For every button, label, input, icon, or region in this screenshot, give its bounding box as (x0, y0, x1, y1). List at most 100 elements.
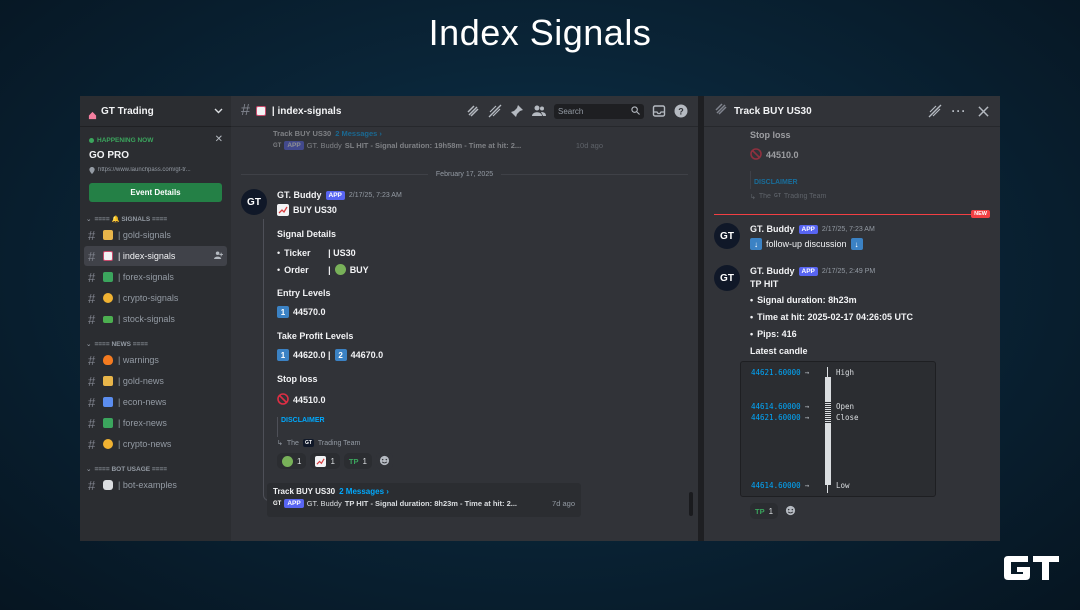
sidebar-item-forex-signals[interactable]: # | forex-signals (84, 267, 227, 287)
author-name[interactable]: GT. Buddy (750, 266, 795, 276)
smiley-add-icon (785, 505, 796, 518)
channel-label: | bot-examples (118, 480, 177, 490)
bullet-text: Time at hit: 2025-02-17 04:26:05 UTC (757, 312, 914, 322)
inbox-icon[interactable] (652, 104, 666, 118)
help-icon[interactable]: ? (674, 104, 688, 118)
sidebar-item-bot-examples[interactable]: # | bot-examples (84, 475, 227, 495)
happening-text: HAPPENING NOW (97, 137, 154, 144)
sidebar-item-econ-news[interactable]: # | econ-news (84, 392, 227, 412)
tp-hit-title: TP HIT (750, 279, 779, 289)
tp1-value: 44620.0 | (293, 350, 331, 360)
event-url[interactable]: https://www.launchpass.com/gt-tr... (89, 167, 222, 176)
category-news[interactable]: ⌄ ==== NEWS ==== (80, 339, 231, 349)
avatar[interactable]: GT (714, 223, 740, 249)
hash-icon: # (88, 436, 96, 452)
sidebar-item-forex-news[interactable]: # | forex-news (84, 413, 227, 433)
thread-messages[interactable]: Stop loss 44510.0 DISCLAIMER ↳ The GT Tr… (704, 127, 1000, 541)
server-header[interactable]: GT Trading (80, 96, 231, 127)
down-arrow-icon: ↓ (750, 238, 762, 250)
add-member-icon[interactable] (214, 251, 223, 261)
candle-code-block: 44621.60000 → 44614.60000 → 44621.60000 … (740, 361, 936, 497)
order-row: • Order | BUY (277, 264, 369, 275)
chart-up-emoji-icon (277, 204, 289, 216)
search-input[interactable]: Search (554, 103, 644, 119)
pin-icon[interactable] (510, 104, 524, 118)
thread-count-link[interactable]: 2 Messages › (339, 487, 389, 496)
mute-thread-icon[interactable] (928, 104, 942, 118)
close-icon[interactable]: ✕ (215, 134, 223, 145)
thread-connector (263, 219, 277, 501)
order-value: BUY (349, 264, 369, 275)
disclaimer-link[interactable]: DISCLAIMER (281, 417, 325, 424)
reaction-tp[interactable]: TP 1 (750, 503, 779, 519)
sl-value: 44510.0 (766, 150, 799, 160)
members-icon[interactable] (532, 104, 546, 118)
entry-levels-heading: Entry Levels (277, 288, 331, 298)
channel-sidebar: GT Trading HAPPENING NOW ✕ GO PRO https:… (80, 96, 231, 541)
message-body: GT. Buddy APP 2/17/25, 7:23 AM BUY US30 … (277, 189, 677, 529)
bullet-time-at-hit: • Time at hit: 2025-02-17 04:26:05 UTC (750, 312, 914, 322)
author-name[interactable]: GT. Buddy (277, 190, 322, 200)
channel-label: | warnings (118, 355, 159, 365)
add-reaction-button[interactable] (782, 503, 800, 519)
sidebar-item-stock-signals[interactable]: # | stock-signals (84, 309, 227, 329)
keycap-1-icon: 1 (277, 306, 289, 318)
category-bot-usage[interactable]: ⌄ ==== BOT USAGE ==== (80, 464, 231, 474)
thread-count[interactable]: 2 Messages › (335, 129, 382, 138)
high-label: High (836, 368, 855, 377)
close-icon[interactable] (976, 104, 990, 118)
chart-emoji-icon (103, 251, 113, 261)
sidebar-item-index-signals[interactable]: # | index-signals (84, 246, 227, 266)
open-value: 44614.60000 (751, 402, 801, 411)
avatar[interactable]: GT (714, 265, 740, 291)
reaction-tp[interactable]: TP 1 (343, 453, 372, 469)
mute-notifications-icon[interactable] (488, 104, 502, 118)
chevron-down-icon: ⌄ (86, 466, 92, 473)
event-details-button[interactable]: Event Details (89, 183, 222, 202)
hash-icon: # (88, 373, 96, 389)
reaction-green-circle[interactable]: 1 (277, 453, 307, 469)
message-list[interactable]: Track BUY US30 2 Messages › GT APP GT. B… (231, 127, 698, 541)
sidebar-item-crypto-news[interactable]: # | crypto-news (84, 434, 227, 454)
app-tag: APP (325, 190, 345, 200)
reaction-count: 1 (362, 456, 367, 466)
author-name[interactable]: GT. Buddy (750, 224, 795, 234)
author-line: GT. Buddy APP 2/17/25, 2:49 PM (750, 265, 1000, 277)
app-tag: APP (284, 499, 304, 508)
avatar[interactable]: GT (241, 189, 267, 215)
sidebar-item-gold-signals[interactable]: # | gold-signals (84, 225, 227, 245)
channel-label: | gold-signals (118, 230, 171, 240)
stop-loss-heading: Stop loss (277, 374, 318, 384)
hash-icon: # (88, 477, 96, 493)
no-entry-icon (750, 148, 762, 162)
follow-up-text: ↓ follow-up discussion ↓ (750, 238, 990, 250)
team-signature: ↳ The GT Trading Team (277, 439, 361, 447)
more-options-icon[interactable]: ··· (952, 104, 966, 118)
thread-icon (714, 102, 728, 121)
hash-icon: # (88, 248, 96, 264)
chevron-down-icon[interactable] (214, 106, 223, 116)
event-url-text[interactable]: https://www.launchpass.com/gt-tr... (98, 167, 191, 176)
sidebar-item-crypto-signals[interactable]: # | crypto-signals (84, 288, 227, 308)
ticker-label: Ticker (284, 248, 311, 258)
chevron-down-icon: ⌄ (86, 341, 92, 348)
scrollbar-thumb[interactable] (689, 492, 693, 516)
low-label: Low (836, 481, 850, 490)
hash-icon: # (88, 227, 96, 243)
reaction-count: 1 (330, 456, 335, 466)
keycap-1-icon: 1 (277, 349, 289, 361)
category-signals[interactable]: ⌄ ==== 🔔 SIGNALS ==== (80, 214, 231, 224)
disclaimer-link[interactable]: DISCLAIMER (754, 179, 798, 186)
sidebar-item-warnings[interactable]: # | warnings (84, 350, 227, 370)
app-tag: APP (284, 141, 304, 150)
faded-thread-preview[interactable]: Track BUY US30 2 Messages › GT APP GT. B… (273, 129, 603, 150)
gt-logo-icon: GT (302, 439, 314, 447)
thread-preview-box[interactable]: Track BUY US30 2 Messages › GT APP GT. B… (267, 483, 581, 517)
reaction-chart[interactable]: 1 (310, 453, 340, 469)
sidebar-item-gold-news[interactable]: # | gold-news (84, 371, 227, 391)
event-title: GO PRO (89, 150, 130, 161)
add-reaction-button[interactable] (375, 453, 393, 469)
no-entry-icon (277, 393, 289, 407)
threads-icon[interactable] (466, 104, 480, 118)
money-emoji-icon (103, 315, 113, 323)
